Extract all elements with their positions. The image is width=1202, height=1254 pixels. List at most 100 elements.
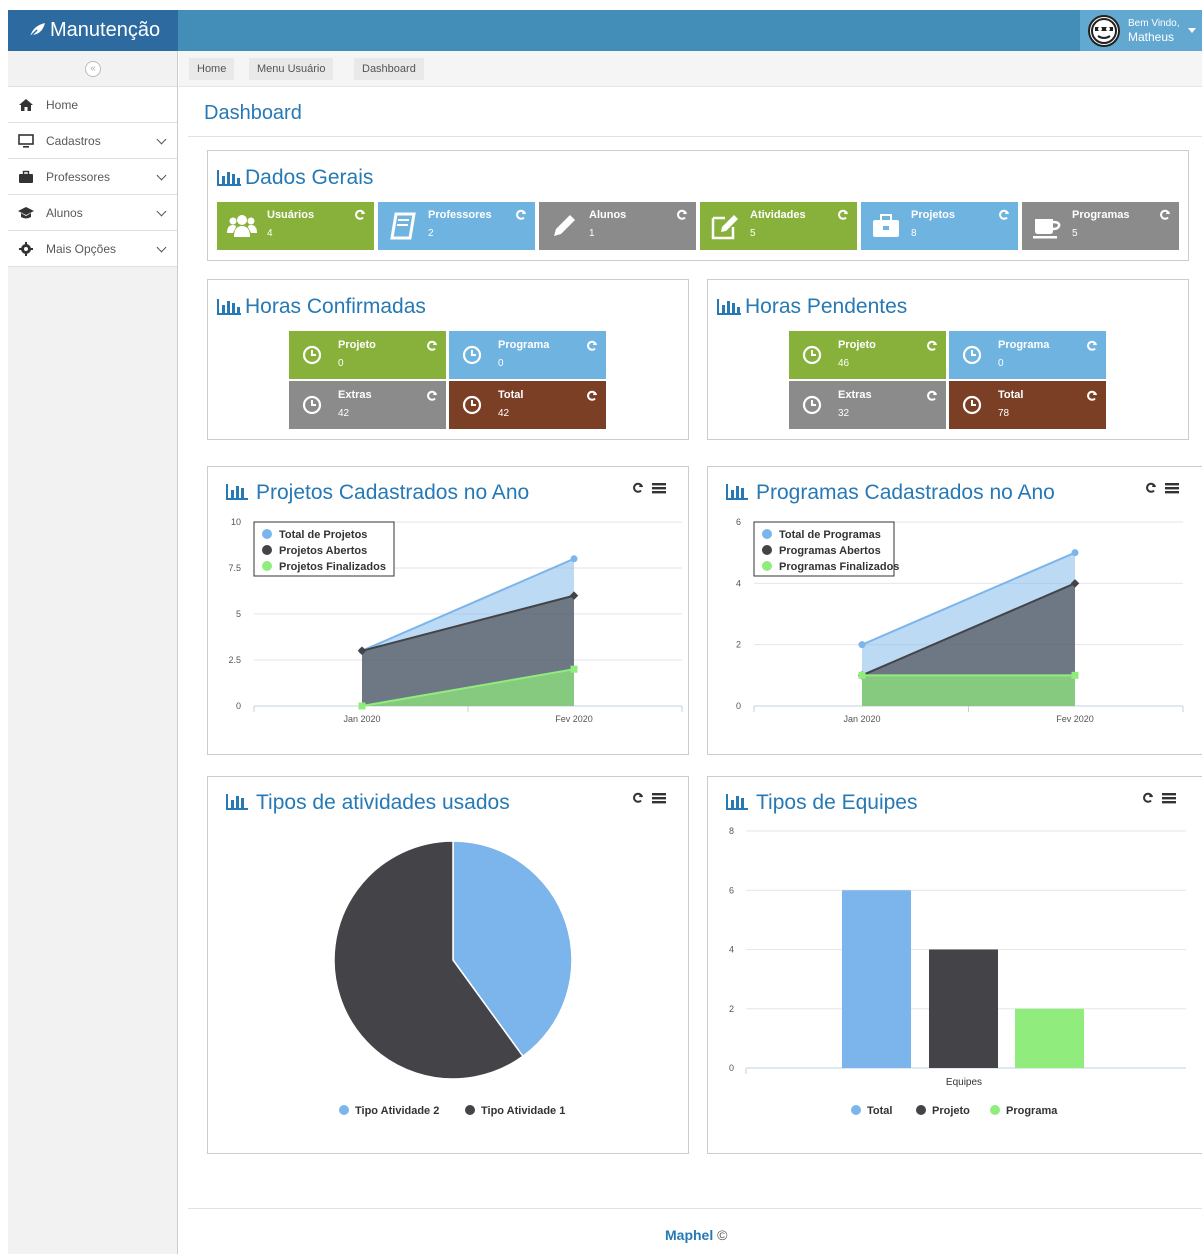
refresh-icon[interactable] <box>354 208 366 220</box>
bar-chart-icon <box>217 299 241 315</box>
legend-item[interactable]: Programas Abertos <box>762 545 881 557</box>
hours-tile-total[interactable]: Total 78 <box>949 381 1106 429</box>
refresh-icon[interactable] <box>633 482 643 493</box>
clock-icon <box>462 345 482 365</box>
refresh-icon[interactable] <box>676 208 688 220</box>
menu-icon[interactable] <box>1165 483 1179 494</box>
horas-confirmadas-box: Horas Confirmadas Projeto 0 Programa 0 Extra… <box>207 279 689 440</box>
data-point[interactable] <box>858 671 866 679</box>
chart-title: Programas Cadastrados no Ano <box>726 481 1055 504</box>
sidebar-item-cadastros[interactable]: Cadastros <box>8 123 177 159</box>
refresh-icon[interactable] <box>998 208 1010 220</box>
user-name: Matheus <box>1128 30 1175 44</box>
refresh-icon[interactable] <box>1086 389 1098 401</box>
clock-icon <box>302 345 322 365</box>
svg-text:Tipo Atividade 1: Tipo Atividade 1 <box>481 1105 565 1117</box>
legend-item[interactable]: Programa <box>990 1105 1058 1117</box>
menu-icon[interactable] <box>652 793 666 804</box>
stat-tile-projetos[interactable]: Projetos 8 <box>861 202 1018 250</box>
y-tick-label: 6 <box>736 517 741 527</box>
legend-item[interactable]: Programas Finalizados <box>762 561 899 573</box>
sidebar-item-home[interactable]: Home <box>8 87 177 123</box>
refresh-icon[interactable] <box>1146 482 1156 493</box>
user-menu[interactable]: Bem Vindo, Matheus <box>1080 10 1202 51</box>
data-point[interactable] <box>358 702 366 710</box>
svg-text:Total: Total <box>867 1105 892 1117</box>
bar-chart-icon <box>217 170 241 186</box>
data-point[interactable] <box>1071 671 1079 679</box>
chart-title: Tipos de atividades usados <box>226 791 510 814</box>
clock-icon <box>462 395 482 415</box>
chevron-down-icon <box>156 170 167 181</box>
sidebar-item-mais-opcoes[interactable]: Mais Opções <box>8 231 177 267</box>
legend-item[interactable]: Tipo Atividade 2 <box>339 1105 439 1117</box>
chart-tools <box>1143 792 1176 804</box>
refresh-icon[interactable] <box>1143 792 1153 803</box>
dados-gerais-box: Dados Gerais Usuários 4 Professores 2 Alunos… <box>207 150 1189 261</box>
refresh-icon[interactable] <box>426 339 438 351</box>
refresh-icon[interactable] <box>586 339 598 351</box>
hours-tile-programa[interactable]: Programa 0 <box>449 331 606 379</box>
chevron-down-icon <box>156 242 167 253</box>
brand[interactable]: Manutenção <box>8 10 178 51</box>
chart-legend: Total de Projetos Projetos Abertos Projeto… <box>253 521 395 577</box>
stat-tile-professores[interactable]: Professores 2 <box>378 202 535 250</box>
legend-item[interactable]: Total <box>851 1105 892 1117</box>
refresh-icon[interactable] <box>1159 208 1171 220</box>
refresh-icon[interactable] <box>586 389 598 401</box>
refresh-icon[interactable] <box>1086 339 1098 351</box>
stat-tile-atividades[interactable]: Atividades 5 <box>700 202 857 250</box>
stat-tile-alunos[interactable]: Alunos 1 <box>539 202 696 250</box>
chart-title-text: Tipos de Equipes <box>756 791 918 814</box>
refresh-icon[interactable] <box>926 339 938 351</box>
bar-programa[interactable] <box>1015 1008 1084 1068</box>
y-tick-label: 2 <box>736 640 741 650</box>
breadcrumb-home[interactable]: Home <box>189 58 235 80</box>
data-point[interactable] <box>570 555 578 563</box>
chevron-down-icon <box>156 134 167 145</box>
menu-icon[interactable] <box>1162 793 1176 804</box>
hours-tile-programa[interactable]: Programa 0 <box>949 331 1106 379</box>
legend-item[interactable]: Tipo Atividade 1 <box>465 1105 565 1117</box>
x-tick-label: Jan 2020 <box>843 714 880 724</box>
data-point[interactable] <box>1071 549 1079 557</box>
graduation-cap-icon <box>18 207 34 219</box>
y-tick-label: 4 <box>736 578 741 588</box>
bar-projeto[interactable] <box>929 949 998 1069</box>
sidebar-item-label: Cadastros <box>46 134 101 148</box>
sidebar: « Home Cadastros Professores Alunos Mais… <box>8 51 178 1254</box>
refresh-icon[interactable] <box>515 208 527 220</box>
sidebar-item-professores[interactable]: Professores <box>8 159 177 195</box>
legend-item[interactable]: Projetos Finalizados <box>262 561 386 573</box>
sidebar-item-label: Alunos <box>46 206 83 220</box>
stat-tile-usuarios[interactable]: Usuários 4 <box>217 202 374 250</box>
legend-item[interactable]: Projeto <box>916 1105 970 1117</box>
bar-total[interactable] <box>842 890 911 1068</box>
data-point[interactable] <box>570 665 578 673</box>
stat-tile-programas[interactable]: Programas 5 <box>1022 202 1179 250</box>
svg-text:Programas Abertos: Programas Abertos <box>779 545 881 557</box>
refresh-icon[interactable] <box>926 389 938 401</box>
hours-tile-projeto[interactable]: Projeto 46 <box>789 331 946 379</box>
breadcrumb-menu-usuario[interactable]: Menu Usuário <box>249 58 334 80</box>
sidebar-item-alunos[interactable]: Alunos <box>8 195 177 231</box>
refresh-icon[interactable] <box>837 208 849 220</box>
y-tick-label: 0 <box>736 701 741 711</box>
hours-tile-extras[interactable]: Extras 42 <box>289 381 446 429</box>
hours-tile-projeto[interactable]: Projeto 0 <box>289 331 446 379</box>
tile-value: 5 <box>750 228 756 239</box>
refresh-icon[interactable] <box>633 792 643 803</box>
refresh-icon[interactable] <box>426 389 438 401</box>
series-area-3 <box>862 675 1075 706</box>
svg-text:Total de Projetos: Total de Projetos <box>279 529 367 541</box>
tile-label: Programa <box>998 339 1050 351</box>
double-angle-left-icon[interactable]: « <box>85 61 101 77</box>
hours-tile-total[interactable]: Total 42 <box>449 381 606 429</box>
chart-box-tipos-atividades: Tipos de atividades usados Tipo Atividade… <box>207 776 689 1154</box>
hours-tile-extras[interactable]: Extras 32 <box>789 381 946 429</box>
menu-icon[interactable] <box>652 483 666 494</box>
tile-value: 0 <box>498 358 504 369</box>
legend-item[interactable]: Total de Programas <box>762 529 881 541</box>
footer: Maphel © <box>665 1227 727 1243</box>
data-point[interactable] <box>858 641 866 649</box>
